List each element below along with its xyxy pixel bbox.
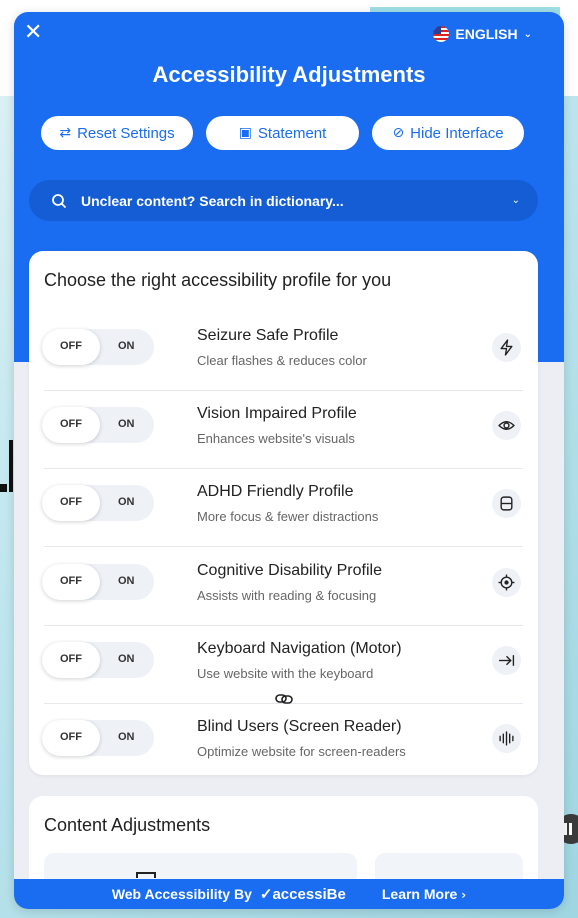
toggle-off-label: OFF <box>60 731 82 743</box>
profile-row: OFF ON Vision Impaired Profile Enhances … <box>42 391 523 469</box>
chevron-down-icon: ⌄ <box>511 195 520 206</box>
profile-name: Vision Impaired Profile <box>197 405 357 422</box>
learn-more-link[interactable]: Learn More › <box>382 886 466 902</box>
eye-icon <box>492 411 521 440</box>
brand-name: accessiBe <box>272 886 346 903</box>
toggle-on-label: ON <box>118 496 135 508</box>
language-label: ENGLISH <box>455 26 518 42</box>
profile-row: OFF ON Cognitive Disability Profile Assi… <box>42 548 523 626</box>
reset-settings-label: Reset Settings <box>77 124 175 142</box>
panel-title: Accessibility Adjustments <box>152 62 426 87</box>
hide-interface-label: Hide Interface <box>410 124 504 142</box>
statement-button[interactable]: ▣ Statement <box>206 116 359 150</box>
language-selector[interactable]: ENGLISH ⌄ <box>433 26 532 42</box>
toggle-on-label: ON <box>118 575 135 587</box>
search-input[interactable]: Unclear content? Search in dictionary... <box>81 193 344 209</box>
profile-name: Blind Users (Screen Reader) <box>197 718 402 735</box>
footer-prefix: Web Accessibility By <box>111 886 252 902</box>
panel-footer: Web Accessibility By ✓accessiBe Learn Mo… <box>14 879 564 909</box>
profile-row: OFF ON ADHD Friendly Profile More focus … <box>42 469 523 547</box>
profile-row: OFF ON Seizure Safe Profile Clear flashe… <box>42 313 523 391</box>
link-icon[interactable] <box>273 688 295 710</box>
dictionary-search[interactable]: Unclear content? Search in dictionary...… <box>29 180 538 221</box>
keyboard-navigation-toggle[interactable]: OFF ON <box>42 642 154 678</box>
chevron-down-icon: ⌄ <box>523 28 532 40</box>
eye-slash-icon: ⊘ <box>392 125 405 141</box>
adhd-friendly-toggle[interactable]: OFF ON <box>42 485 154 521</box>
profile-name: Keyboard Navigation (Motor) <box>197 640 402 657</box>
statement-icon: ▣ <box>238 125 252 141</box>
profile-desc: Use website with the keyboard <box>197 666 374 681</box>
statement-label: Statement <box>257 124 327 142</box>
profile-desc: More focus & fewer distractions <box>197 509 379 524</box>
learn-more-label: Learn More <box>381 886 458 902</box>
toggle-off-label: OFF <box>60 418 82 430</box>
toggle-off-label: OFF <box>60 575 82 587</box>
arrow-tab-icon <box>492 646 521 675</box>
accessibility-panel: ✕ ENGLISH ⌄ Accessibility Adjustments ⇄ … <box>14 12 564 909</box>
content-adjustments-title: Content Adjustments <box>44 815 211 835</box>
toggle-on-label: ON <box>118 731 135 743</box>
hide-interface-button[interactable]: ⊘ Hide Interface <box>372 116 524 150</box>
toggle-off-label: OFF <box>60 653 82 665</box>
profile-desc: Enhances website's visuals <box>197 431 355 446</box>
profile-row: OFF ON Blind Users (Screen Reader) Optim… <box>42 704 523 782</box>
profile-name: Cognitive Disability Profile <box>197 562 382 579</box>
toggle-on-label: ON <box>118 418 135 430</box>
site-text-fragment <box>0 440 14 492</box>
toggle-off-label: OFF <box>60 496 82 508</box>
tile-icon <box>136 872 156 878</box>
close-icon[interactable]: ✕ <box>24 22 42 44</box>
lightning-icon <box>492 333 521 362</box>
chevron-right-icon: › <box>461 888 467 902</box>
cognitive-disability-toggle[interactable]: OFF ON <box>42 564 154 600</box>
accessibe-logo[interactable]: ✓accessiBe <box>260 885 346 903</box>
focus-box-icon <box>492 489 521 518</box>
profile-name: Seizure Safe Profile <box>197 327 339 344</box>
toggle-on-label: ON <box>118 653 135 665</box>
profile-name: ADHD Friendly Profile <box>197 483 354 500</box>
target-icon <box>492 568 521 597</box>
vision-impaired-toggle[interactable]: OFF ON <box>42 407 154 443</box>
profile-desc: Clear flashes & reduces color <box>197 353 367 368</box>
toggle-off-label: OFF <box>60 340 82 352</box>
profiles-title: Choose the right accessibility profile f… <box>44 270 392 290</box>
toggle-on-label: ON <box>118 340 135 352</box>
refresh-icon: ⇄ <box>59 125 72 141</box>
soundwave-icon <box>492 724 521 753</box>
reset-settings-button[interactable]: ⇄ Reset Settings <box>41 116 193 150</box>
us-flag-icon <box>433 26 450 42</box>
profile-desc: Assists with reading & focusing <box>197 588 377 603</box>
seizure-safe-toggle[interactable]: OFF ON <box>42 329 154 365</box>
profile-desc: Optimize website for screen-readers <box>197 744 406 759</box>
search-icon <box>52 193 67 208</box>
screen-reader-toggle[interactable]: OFF ON <box>42 720 154 756</box>
